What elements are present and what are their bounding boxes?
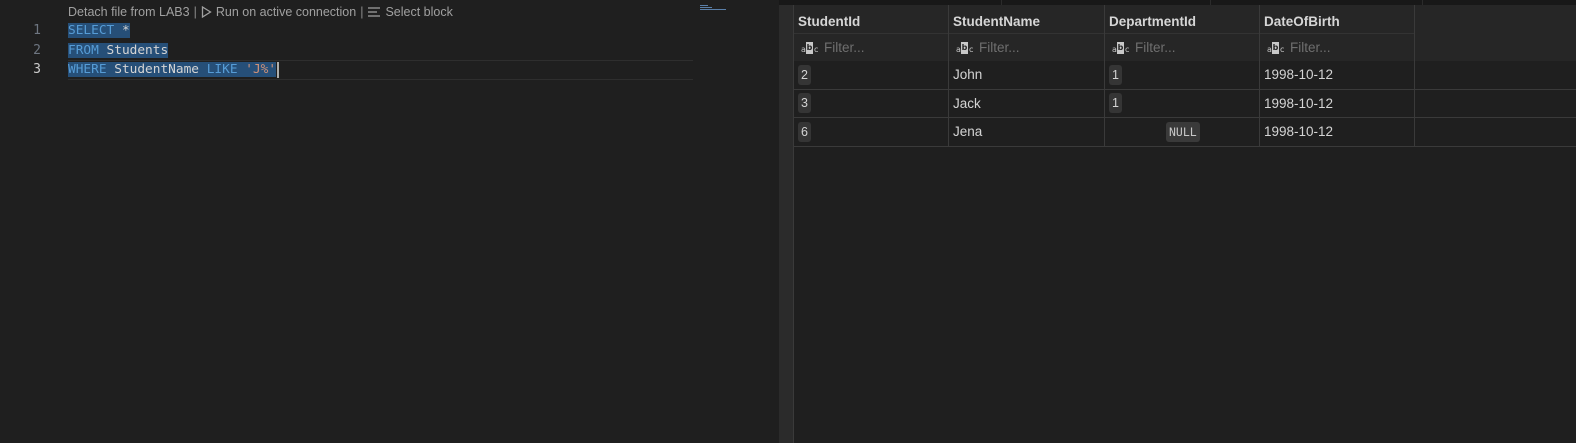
selected-text: FROM Students <box>68 42 169 58</box>
numeric-value: 1 <box>1109 93 1122 114</box>
text-filter-icon: abc <box>956 41 974 54</box>
table-cell[interactable]: Jena <box>949 118 1105 146</box>
sql-string: 'J%' <box>245 62 277 77</box>
line-number: 1 <box>33 23 41 38</box>
sql-keyword: SELECT <box>68 23 115 38</box>
cell-value: Jena <box>953 124 983 140</box>
selected-text: WHERE StudentName LIKE 'J%' <box>68 62 277 77</box>
table-cell[interactable]: 3 <box>794 89 949 117</box>
sql-text: Students <box>98 42 169 58</box>
table-cell[interactable]: 1 <box>1105 89 1260 117</box>
cell-value: 1998-10-12 <box>1264 67 1334 83</box>
run-on-active-connection-link[interactable]: Run on active connection <box>201 5 356 19</box>
selected-text: SELECT * <box>68 23 130 38</box>
line-number: 2 <box>33 42 41 58</box>
codelens-separator: | <box>360 5 364 19</box>
filter-input-dateofbirth[interactable] <box>1290 40 1400 55</box>
code-area[interactable]: SELECT * FROM Students WHERE StudentName L… <box>68 21 693 80</box>
code-line[interactable]: FROM Students <box>68 41 693 61</box>
filter-cell: abc <box>1105 33 1260 61</box>
numeric-value: 6 <box>798 121 811 142</box>
code-line[interactable]: WHERE StudentName LIKE 'J%' <box>68 60 693 80</box>
sql-keyword: WHERE <box>68 62 107 77</box>
table-cell[interactable]: 1998-10-12 <box>1260 118 1415 146</box>
lines-icon <box>368 7 381 17</box>
editor-scrollbar[interactable] <box>779 5 793 443</box>
numeric-value: 3 <box>798 93 811 114</box>
detach-file-link[interactable]: Detach file from LAB3 <box>68 5 190 19</box>
table-row[interactable]: 6 Jena NULL 1998-10-12 <box>794 118 1576 147</box>
select-block-link[interactable]: Select block <box>367 5 453 19</box>
codelens-separator: | <box>193 5 197 19</box>
cell-value: 1998-10-12 <box>1264 95 1334 111</box>
sql-text: * <box>114 23 130 38</box>
line-number: 3 <box>33 62 41 77</box>
table-cell[interactable]: Jack <box>949 89 1105 117</box>
sql-text: StudentName <box>106 62 207 77</box>
results-grid[interactable]: StudentId StudentName DepartmentId DateO… <box>794 5 1576 443</box>
cell-value: Jack <box>953 95 981 111</box>
filter-cell: abc <box>794 33 949 61</box>
run-label: Run on active connection <box>215 5 357 19</box>
table-cell[interactable]: NULL <box>1105 118 1260 146</box>
table-cell[interactable]: John <box>949 61 1105 89</box>
select-block-label: Select block <box>385 5 453 19</box>
text-cursor <box>277 61 280 78</box>
filter-cell: abc <box>949 33 1105 61</box>
numeric-value: 2 <box>798 64 811 85</box>
numeric-value: 1 <box>1109 64 1122 85</box>
code-line[interactable]: SELECT * <box>68 21 693 41</box>
text-filter-icon: abc <box>1267 41 1285 54</box>
table-cell[interactable]: 2 <box>794 61 949 89</box>
cell-value: John <box>953 67 983 83</box>
text-filter-icon: abc <box>801 41 819 54</box>
cell-value: 1998-10-12 <box>1264 124 1334 140</box>
table-row[interactable]: 3 Jack 1 1998-10-12 <box>794 89 1576 118</box>
null-value-badge: NULL <box>1166 121 1200 142</box>
text-filter-icon: abc <box>1112 41 1130 54</box>
table-cell[interactable]: 1998-10-12 <box>1260 89 1415 117</box>
sql-editor[interactable]: Detach file from LAB3 | Run on active co… <box>0 0 779 443</box>
line-number-gutter: 1 2 3 <box>0 21 48 80</box>
filter-input-studentname[interactable] <box>979 40 1089 55</box>
minimap[interactable] <box>700 5 730 11</box>
sql-keyword: FROM <box>68 42 99 58</box>
codelens-bar: Detach file from LAB3 | Run on active co… <box>68 4 453 20</box>
table-cell[interactable]: 6 <box>794 118 949 146</box>
column-header-dateofbirth[interactable]: DateOfBirth <box>1260 5 1415 33</box>
filter-input-departmentid[interactable] <box>1135 40 1245 55</box>
column-header-departmentid[interactable]: DepartmentId <box>1105 5 1260 33</box>
table-cell[interactable]: 1 <box>1105 61 1260 89</box>
sql-keyword: LIKE <box>206 62 238 77</box>
column-header-studentname[interactable]: StudentName <box>949 5 1105 33</box>
filter-cell: abc <box>1260 33 1415 61</box>
filter-input-studentid[interactable] <box>824 40 934 55</box>
play-icon <box>201 6 212 18</box>
grid-header: StudentId StudentName DepartmentId DateO… <box>794 5 1576 61</box>
column-header-studentid[interactable]: StudentId <box>794 5 949 33</box>
table-cell[interactable]: 1998-10-12 <box>1260 61 1415 89</box>
grid-body: 2 John 1 1998-10-12 3 Jack 1 1998-10-12 6 Jena NUL… <box>794 61 1576 147</box>
table-row[interactable]: 2 John 1 1998-10-12 <box>794 61 1576 90</box>
